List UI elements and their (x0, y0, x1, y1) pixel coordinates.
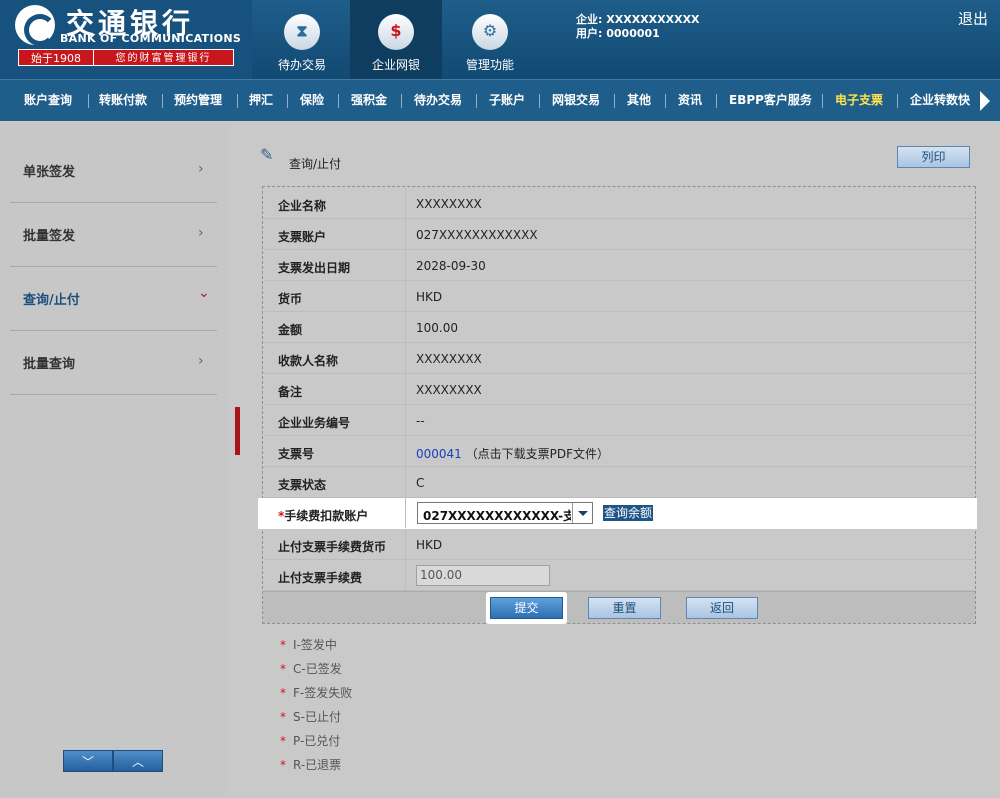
user-value: 0000001 (606, 27, 660, 40)
sidebar-item-batch-issue[interactable]: 批量签发 › (10, 203, 217, 267)
nav-item-transfer[interactable]: 转账付款 (99, 80, 147, 121)
enterprise-value: XXXXXXXXXXX (606, 13, 700, 26)
row-cheque-number: 支票号 000041 （点击下载支票PDF文件） (264, 436, 975, 467)
enterprise-line: 企业: XXXXXXXXXXX (576, 13, 700, 26)
row-cheque-status: 支票状态 C (264, 467, 975, 498)
user-line: 用户: 0000001 (576, 27, 660, 40)
row-fee-currency: 止付支票手续费货币 HKD (264, 529, 975, 560)
nav-item-online-tx[interactable]: 网银交易 (552, 80, 600, 121)
main-nav: 账户查询 转账付款 预约管理 押汇 保险 强积金 待办交易 子账户 网银交易 其… (0, 79, 1000, 121)
sidebar-item-label: 查询/止付 (23, 293, 80, 308)
logo-slogan: 您的财富管理银行 (94, 49, 234, 66)
query-balance-link[interactable]: 查询余额 (603, 505, 654, 521)
monitor-yuan-icon: $ (378, 14, 414, 50)
back-button[interactable]: 返回 (686, 597, 758, 619)
nav-item-fps[interactable]: 企业转数快 (910, 80, 970, 121)
row-payee-name: 收款人名称 XXXXXXXX (264, 343, 975, 374)
logo-since-badge: 始于1908 (18, 49, 94, 66)
row-fee-account: *手续费扣款账户 027XXXXXXXXXXXX-支票 查询余额 (258, 498, 977, 529)
hourglass-icon: ⧗ (284, 14, 320, 50)
gears-icon: ⚙ (472, 14, 508, 50)
header: 交通银行 BANK OF COMMUNICATIONS 始于1908 您的财富管… (0, 0, 1000, 79)
chevron-right-icon: › (198, 353, 204, 369)
chevron-down-icon[interactable] (572, 503, 592, 523)
row-business-ref: 企业业务编号 -- (264, 405, 975, 436)
logo-english-name: BANK OF COMMUNICATIONS (60, 32, 242, 45)
account-info: 企业: XXXXXXXXXXX 用户: 0000001 (576, 13, 700, 41)
cheque-pdf-link[interactable]: 000041 (416, 447, 462, 461)
sidebar-item-label: 批量查询 (23, 357, 76, 372)
nav-item-pending[interactable]: 待办交易 (414, 80, 462, 121)
sidebar-scroll-up-button[interactable]: ︿ (113, 750, 163, 772)
chevron-right-icon: › (198, 161, 204, 177)
corporate-banking-label: 企业网银 (371, 58, 420, 72)
sidebar-scroll-down-button[interactable]: ﹀ (63, 750, 113, 772)
nav-item-mpf[interactable]: 强积金 (351, 80, 387, 121)
nav-item-ebpp[interactable]: EBPP客户服务 (729, 80, 812, 121)
row-remark: 备注 XXXXXXXX (264, 374, 975, 405)
legend-item: * R-已退票 (280, 758, 342, 772)
reset-button[interactable]: 重置 (588, 597, 661, 619)
page-title: 查询/止付 (289, 157, 342, 171)
row-amount: 金额 100.00 (264, 312, 975, 343)
nav-item-others[interactable]: 其他 (627, 80, 651, 121)
chevron-right-icon: › (198, 225, 204, 241)
bank-logo-icon (15, 5, 56, 46)
fee-account-select[interactable]: 027XXXXXXXXXXXX-支票 (417, 502, 593, 524)
row-company-name: 企业名称 XXXXXXXX (264, 188, 975, 219)
edit-pen-icon: ✎ (260, 145, 274, 164)
row-issue-date: 支票发出日期 2028-09-30 (264, 250, 975, 281)
sidebar-item-batch-query[interactable]: 批量查询 › (10, 331, 217, 395)
row-cheque-account: 支票账户 027XXXXXXXXXXXX (264, 219, 975, 250)
nav-item-insurance[interactable]: 保险 (300, 80, 324, 121)
management-functions-button[interactable]: ⚙ 管理功能 (444, 0, 536, 79)
nav-next-arrow-icon[interactable] (980, 91, 990, 111)
fee-input: 100.00 (416, 565, 550, 586)
corporate-banking-button[interactable]: $ 企业网银 (350, 0, 442, 79)
sidebar-item-label: 批量签发 (23, 229, 76, 244)
row-fee: 止付支票手续费 100.00 (264, 560, 975, 591)
legend-item: * C-已签发 (280, 662, 342, 676)
nav-item-scheduled[interactable]: 预约管理 (174, 80, 222, 121)
logout-link[interactable]: 退出 (958, 8, 988, 29)
bank-logo: 交通银行 BANK OF COMMUNICATIONS 始于1908 您的财富管… (0, 0, 252, 79)
legend-item: * S-已止付 (280, 710, 341, 724)
legend-item: * F-签发失败 (280, 686, 353, 700)
sidebar-item-label: 单张签发 (23, 165, 76, 180)
nav-item-bills[interactable]: 押汇 (249, 80, 273, 121)
fee-account-selected: 027XXXXXXXXXXXX-支票 (423, 509, 571, 523)
row-currency: 货币 HKD (264, 281, 975, 312)
sidebar-item-query-stop[interactable]: 查询/止付 ⌄ (10, 267, 217, 331)
nav-item-e-cheque[interactable]: 电子支票 (835, 80, 883, 121)
nav-item-account-inquiry[interactable]: 账户查询 (24, 80, 72, 121)
print-button[interactable]: 列印 (897, 146, 970, 168)
nav-item-info[interactable]: 资讯 (678, 80, 702, 121)
pending-transactions-label: 待办交易 (277, 58, 326, 72)
nav-item-sub-account[interactable]: 子账户 (489, 80, 525, 121)
legend-item: * I-签发中 (280, 638, 337, 652)
sidebar-item-single-issue[interactable]: 单张签发 › (10, 139, 217, 203)
legend-item: * P-已兑付 (280, 734, 341, 748)
submit-button[interactable]: 提交 (490, 597, 563, 619)
management-functions-label: 管理功能 (465, 58, 514, 72)
cheque-pdf-note: （点击下载支票PDF文件） (465, 447, 610, 461)
pending-transactions-button[interactable]: ⧗ 待办交易 (256, 0, 348, 79)
chevron-down-icon: ⌄ (198, 285, 210, 301)
